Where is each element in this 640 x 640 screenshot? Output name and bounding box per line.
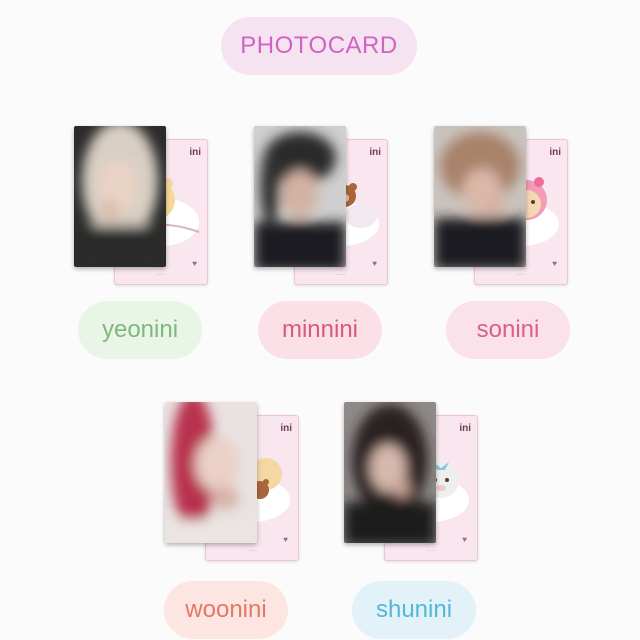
heart-icon: ♥	[192, 259, 197, 268]
photocard-group-yeonini[interactable]: ini ♥ ·····	[74, 126, 214, 286]
photocard-group-shunini[interactable]: ini ♥ ·····	[344, 402, 484, 562]
card-back-caption: ·····	[247, 548, 257, 554]
member-name: woonini	[185, 596, 267, 623]
heart-icon: ♥	[552, 259, 557, 268]
card-back-title: ini	[280, 423, 292, 434]
photocard-group-woonini[interactable]: ini ♥ ·····	[165, 402, 305, 562]
card-back-title: ini	[549, 147, 561, 158]
photocard-group-minnini[interactable]: ini ♥ ·····	[254, 126, 394, 286]
heart-icon: ♥	[372, 259, 377, 268]
card-back-caption: ·····	[336, 272, 346, 278]
name-pill-minnini[interactable]: minnini	[258, 301, 382, 359]
member-name: minnini	[281, 316, 359, 343]
card-back-caption: ·····	[426, 548, 436, 554]
member-photo	[165, 402, 257, 543]
page-title: PHOTOCARD	[240, 32, 398, 59]
card-back-title: ini	[459, 423, 471, 434]
name-pill-shunini[interactable]: shunini	[352, 581, 476, 639]
heart-icon: ♥	[462, 535, 467, 544]
member-photo	[434, 126, 526, 267]
name-pill-sonini[interactable]: sonini	[446, 301, 570, 359]
name-pill-yeonini[interactable]: yeonini	[78, 301, 202, 359]
member-photo	[74, 126, 166, 267]
title-pill: PHOTOCARD	[221, 17, 417, 75]
photocard-group-sonini[interactable]: ini ♥ ·····	[434, 126, 574, 286]
member-name: sonini	[476, 316, 540, 343]
member-name: yeonini	[101, 316, 179, 343]
card-back-caption: ·····	[516, 272, 526, 278]
heart-icon: ♥	[283, 535, 288, 544]
member-photo	[254, 126, 346, 267]
member-name: shunini	[375, 596, 453, 623]
name-pill-woonini[interactable]: woonini	[164, 581, 288, 639]
card-back-title: ini	[369, 147, 381, 158]
card-back-caption: ·····	[156, 272, 166, 278]
member-photo	[344, 402, 436, 543]
card-back-title: ini	[189, 147, 201, 158]
